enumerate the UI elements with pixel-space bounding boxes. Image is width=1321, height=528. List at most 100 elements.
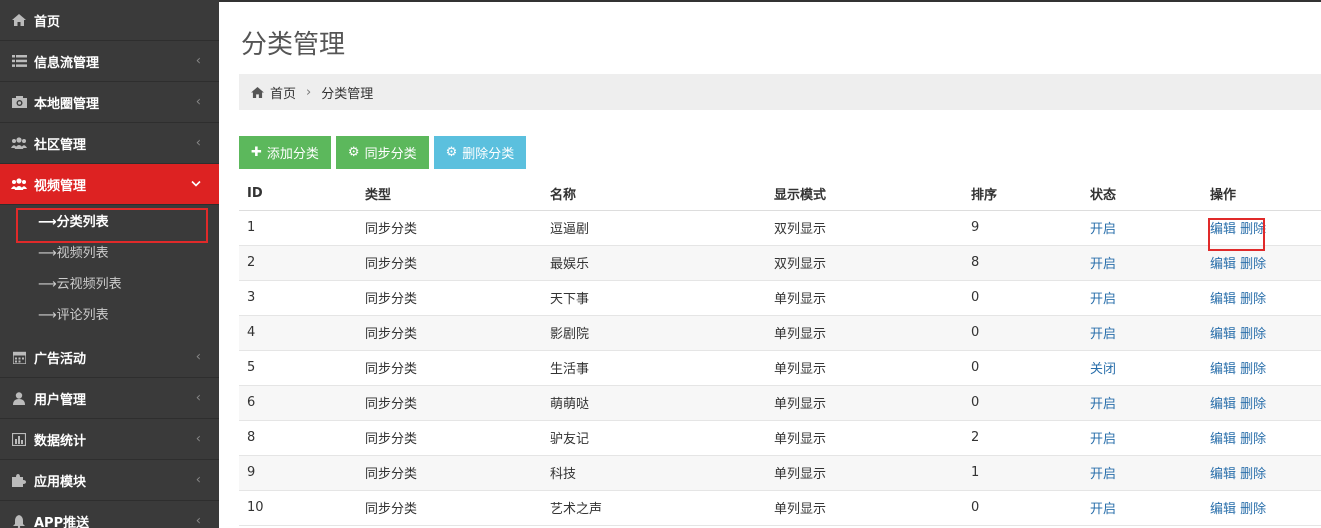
- column-header-actions: 操作: [1202, 177, 1321, 211]
- delete-link[interactable]: 删除: [1240, 327, 1266, 342]
- delete-link[interactable]: 删除: [1240, 362, 1266, 377]
- cell-display-mode: 单列显示: [766, 420, 963, 456]
- table-row: 10 同步分类 艺术之声 单列显示 0 开启 编辑 删除: [239, 490, 1321, 526]
- bar-chart-icon: [10, 432, 28, 446]
- breadcrumb: 首页 › 分类管理: [239, 74, 1321, 110]
- edit-link[interactable]: 编辑: [1210, 362, 1236, 377]
- sidebar: 首页 信息流管理 ‹ 本地圈管理 ‹ 社区管理 ‹ 视频管理 ⟶分类列表 ⟶视频…: [0, 0, 219, 528]
- table-header-row: ID 类型 名称 显示模式 排序 状态 操作: [239, 177, 1321, 211]
- status-toggle-link[interactable]: 关闭: [1090, 362, 1116, 377]
- status-toggle-link[interactable]: 开启: [1090, 257, 1116, 272]
- delete-link[interactable]: 删除: [1240, 502, 1266, 517]
- cell-id: 1: [239, 210, 357, 246]
- sidebar-item-label: 首页: [34, 14, 61, 30]
- sidebar-item-label: APP推送: [34, 515, 90, 528]
- cell-display-mode: 单列显示: [766, 455, 963, 491]
- sidebar-subitem-cloud-video-list[interactable]: ⟶云视频列表: [0, 269, 219, 300]
- sidebar-item-stats[interactable]: 数据统计 ‹: [0, 419, 219, 460]
- status-toggle-link[interactable]: 开启: [1090, 432, 1116, 447]
- chevron-left-icon: ‹: [195, 472, 201, 488]
- add-category-button[interactable]: ✚ 添加分类: [239, 136, 331, 169]
- sidebar-item-home[interactable]: 首页: [0, 0, 219, 41]
- sidebar-item-feed[interactable]: 信息流管理 ‹: [0, 41, 219, 82]
- status-toggle-link[interactable]: 开启: [1090, 502, 1116, 517]
- sidebar-item-video[interactable]: 视频管理: [0, 164, 219, 205]
- chevron-down-icon: [191, 177, 201, 192]
- status-toggle-link[interactable]: 开启: [1090, 327, 1116, 342]
- cell-sort: 9: [963, 210, 1082, 246]
- sidebar-item-community[interactable]: 社区管理 ‹: [0, 123, 219, 164]
- sidebar-subitem-comment-list[interactable]: ⟶评论列表: [0, 300, 219, 331]
- cell-type: 同步分类: [357, 280, 542, 316]
- delete-link[interactable]: 删除: [1240, 397, 1266, 412]
- sidebar-item-users[interactable]: 用户管理 ‹: [0, 378, 219, 419]
- status-toggle-link[interactable]: 开启: [1090, 222, 1116, 237]
- highlight-box: [1208, 218, 1265, 251]
- cell-type: 同步分类: [357, 490, 542, 526]
- column-header-name[interactable]: 名称: [542, 177, 766, 211]
- delete-link[interactable]: 删除: [1240, 257, 1266, 272]
- column-header-display-mode[interactable]: 显示模式: [766, 177, 963, 211]
- cell-display-mode: 单列显示: [766, 490, 963, 526]
- status-toggle-link[interactable]: 开启: [1090, 397, 1116, 412]
- edit-link[interactable]: 编辑: [1210, 432, 1236, 447]
- cell-sort: 0: [963, 350, 1082, 386]
- puzzle-icon: [10, 473, 28, 487]
- cell-id: 3: [239, 280, 357, 316]
- cell-id: 6: [239, 385, 357, 421]
- sync-category-button[interactable]: ⚙ 同步分类: [335, 136, 429, 169]
- breadcrumb-home-link[interactable]: 首页: [270, 83, 296, 102]
- status-toggle-link[interactable]: 开启: [1090, 292, 1116, 307]
- cell-name: 科技: [542, 455, 766, 491]
- sidebar-item-label: 数据统计: [34, 433, 87, 449]
- column-header-status[interactable]: 状态: [1082, 177, 1202, 211]
- edit-link[interactable]: 编辑: [1210, 397, 1236, 412]
- edit-link[interactable]: 编辑: [1210, 502, 1236, 517]
- sidebar-subitem-video-list[interactable]: ⟶视频列表: [0, 238, 219, 269]
- chevron-left-icon: ‹: [195, 53, 201, 69]
- status-toggle-link[interactable]: 开启: [1090, 467, 1116, 482]
- sidebar-item-label: 本地圈管理: [34, 96, 100, 112]
- cell-sort: 1: [963, 455, 1082, 491]
- table-row: 9 同步分类 科技 单列显示 1 开启 编辑 删除: [239, 455, 1321, 491]
- plus-icon: ✚: [251, 145, 262, 160]
- row-actions: 编辑 删除: [1208, 218, 1266, 251]
- edit-link[interactable]: 编辑: [1210, 292, 1236, 307]
- sidebar-item-push[interactable]: APP推送 ‹: [0, 501, 219, 528]
- edit-link[interactable]: 编辑: [1210, 327, 1236, 342]
- sidebar-item-label: 信息流管理: [34, 55, 100, 71]
- sidebar-item-label: 广告活动: [34, 351, 87, 367]
- edit-link[interactable]: 编辑: [1210, 257, 1236, 272]
- sidebar-item-label: 社区管理: [34, 137, 87, 153]
- group-icon: [10, 136, 28, 150]
- edit-link[interactable]: 编辑: [1210, 467, 1236, 482]
- column-header-type[interactable]: 类型: [357, 177, 542, 211]
- user-icon: [10, 391, 28, 405]
- sidebar-item-local[interactable]: 本地圈管理 ‹: [0, 82, 219, 123]
- sidebar-item-label: 视频管理: [34, 178, 87, 194]
- delete-link[interactable]: 删除: [1240, 467, 1266, 482]
- chevron-left-icon: ‹: [195, 349, 201, 365]
- column-header-id[interactable]: ID: [239, 177, 357, 211]
- category-table: ID 类型 名称 显示模式 排序 状态 操作 1 同步分类 逗逼剧 双列显示 9…: [239, 177, 1321, 526]
- table-row: 6 同步分类 萌萌哒 单列显示 0 开启 编辑 删除: [239, 385, 1321, 421]
- chevron-left-icon: ‹: [195, 135, 201, 151]
- sidebar-item-modules[interactable]: 应用模块 ‹: [0, 460, 219, 501]
- column-header-sort[interactable]: 排序: [963, 177, 1082, 211]
- chevron-left-icon: ‹: [195, 390, 201, 406]
- video-submenu: ⟶分类列表 ⟶视频列表 ⟶云视频列表 ⟶评论列表: [0, 205, 219, 337]
- cell-display-mode: 单列显示: [766, 385, 963, 421]
- group-icon: [10, 177, 28, 191]
- sidebar-subitem-category-list[interactable]: ⟶分类列表: [0, 207, 219, 243]
- delete-link[interactable]: 删除: [1240, 432, 1266, 447]
- delete-link[interactable]: 删除: [1240, 292, 1266, 307]
- cell-id: 5: [239, 350, 357, 386]
- sidebar-item-ads[interactable]: 广告活动 ‹: [0, 337, 219, 378]
- cell-type: 同步分类: [357, 420, 542, 456]
- cell-id: 10: [239, 490, 357, 526]
- cell-type: 同步分类: [357, 350, 542, 386]
- gears-icon: ⚙: [347, 145, 360, 160]
- delete-category-button[interactable]: ⚙ 删除分类: [433, 136, 527, 169]
- toolbar: ✚ 添加分类 ⚙ 同步分类 ⚙ 删除分类: [239, 136, 531, 169]
- home-icon: [10, 13, 28, 27]
